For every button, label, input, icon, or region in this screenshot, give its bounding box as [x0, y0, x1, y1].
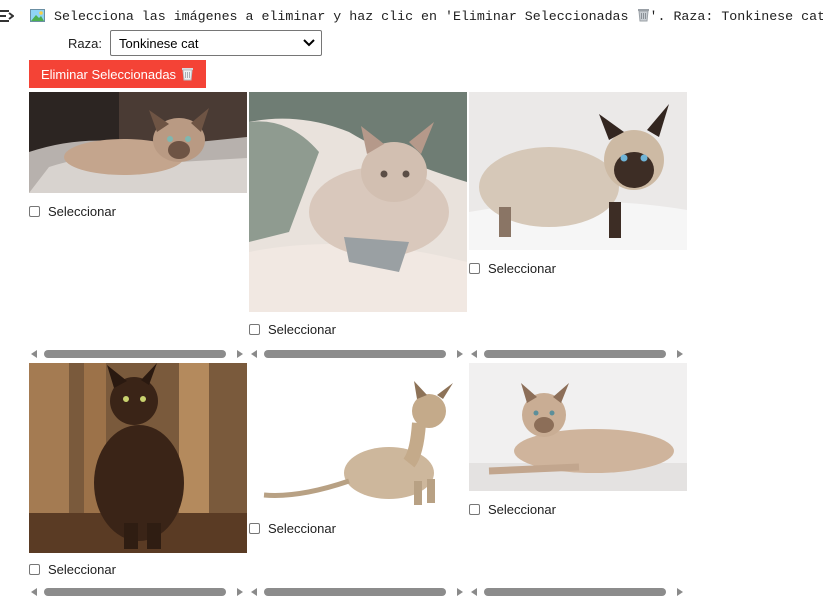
scroll-left-icon[interactable] — [251, 350, 257, 358]
image-card: Seleccionar — [469, 92, 687, 276]
image-card: Seleccionar — [29, 92, 247, 219]
select-checkbox[interactable] — [469, 262, 480, 274]
cat-image — [469, 363, 687, 491]
cat-image — [29, 92, 247, 193]
select-label: Seleccionar — [488, 260, 556, 276]
instructions-suffix: '. Raza: Tonkinese cat — [649, 9, 823, 24]
horizontal-scrollbar[interactable] — [469, 586, 687, 598]
scrollbar-thumb[interactable] — [44, 350, 226, 358]
scroll-right-icon[interactable] — [457, 588, 463, 596]
scroll-left-icon[interactable] — [31, 588, 37, 596]
select-label: Seleccionar — [48, 203, 116, 219]
scrollbar-thumb[interactable] — [44, 588, 226, 596]
breed-selector-row: Raza: Tonkinese cat — [30, 30, 322, 56]
scroll-right-icon[interactable] — [457, 350, 463, 358]
select-checkbox-row[interactable]: Seleccionar — [29, 560, 116, 578]
image-card: Seleccionar — [249, 92, 467, 337]
select-checkbox-row[interactable]: Seleccionar — [469, 500, 556, 518]
cat-image — [29, 363, 247, 553]
image-card: Seleccionar — [249, 363, 467, 536]
scroll-left-icon[interactable] — [471, 588, 477, 596]
chevron-down-icon — [303, 39, 315, 47]
delete-selected-label: Eliminar Seleccionadas — [40, 66, 177, 82]
scroll-right-icon[interactable] — [677, 588, 683, 596]
select-label: Seleccionar — [488, 501, 556, 517]
select-checkbox-row[interactable]: Seleccionar — [29, 202, 116, 220]
wastebasket-icon — [637, 9, 649, 22]
scrollbar-thumb[interactable] — [264, 588, 446, 596]
picture-icon — [30, 9, 45, 22]
breed-dropdown-value: Tonkinese cat — [119, 35, 199, 51]
scrollbar-thumb[interactable] — [264, 350, 446, 358]
scroll-left-icon[interactable] — [31, 350, 37, 358]
select-checkbox[interactable] — [29, 205, 40, 217]
scroll-right-icon[interactable] — [677, 350, 683, 358]
scroll-left-icon[interactable] — [251, 588, 257, 596]
select-checkbox-row[interactable]: Seleccionar — [249, 519, 336, 537]
select-checkbox-row[interactable]: Seleccionar — [249, 320, 336, 338]
scroll-right-icon[interactable] — [237, 588, 243, 596]
select-checkbox[interactable] — [249, 522, 260, 534]
select-checkbox-row[interactable]: Seleccionar — [469, 259, 556, 277]
delete-selected-button[interactable]: Eliminar Seleccionadas — [29, 60, 206, 88]
scrollbar-thumb[interactable] — [484, 350, 666, 358]
image-card: Seleccionar — [29, 363, 247, 577]
wastebasket-icon — [182, 68, 194, 81]
select-checkbox[interactable] — [249, 323, 260, 335]
scrollbar-thumb[interactable] — [484, 588, 666, 596]
horizontal-scrollbar[interactable] — [249, 586, 467, 598]
scroll-left-icon[interactable] — [471, 350, 477, 358]
breed-dropdown[interactable]: Tonkinese cat — [110, 30, 322, 56]
cat-image — [249, 363, 467, 513]
instructions-text: Selecciona las imágenes a eliminar y haz… — [54, 9, 629, 24]
horizontal-scrollbar[interactable] — [249, 348, 467, 360]
select-label: Seleccionar — [268, 520, 336, 536]
select-checkbox[interactable] — [469, 503, 480, 515]
code-cell-output-icon[interactable] — [0, 8, 14, 24]
scroll-right-icon[interactable] — [237, 350, 243, 358]
horizontal-scrollbar[interactable] — [29, 586, 247, 598]
select-checkbox[interactable] — [29, 563, 40, 575]
cat-image — [249, 92, 467, 312]
horizontal-scrollbar[interactable] — [29, 348, 247, 360]
cat-image — [469, 92, 687, 250]
horizontal-scrollbar[interactable] — [469, 348, 687, 360]
image-card: Seleccionar — [469, 363, 687, 517]
instructions-line: Selecciona las imágenes a eliminar y haz… — [30, 8, 823, 26]
breed-label: Raza: — [68, 35, 102, 51]
select-label: Seleccionar — [48, 561, 116, 577]
select-label: Seleccionar — [268, 321, 336, 337]
